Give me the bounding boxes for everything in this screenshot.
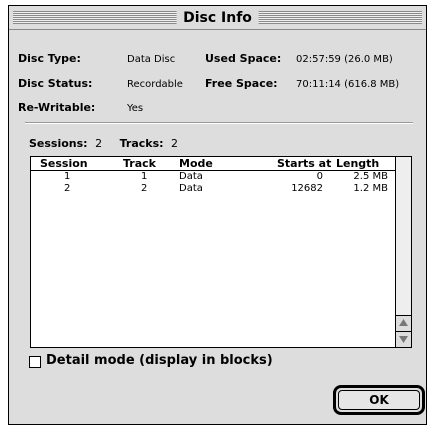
sessions-tracks-summary: Sessions: 2 Tracks: 2 [29, 137, 178, 150]
title-bar[interactable]: Disc Info [9, 6, 426, 30]
tracks-count: 2 [171, 137, 179, 150]
track-cell: 1 [141, 171, 148, 182]
column-header-session[interactable]: Session [40, 158, 88, 170]
down-arrow-icon [399, 336, 408, 343]
used-space-value: 02:57:59 (26.0 MB) [296, 54, 393, 65]
up-arrow-icon [399, 319, 408, 326]
length-cell: 2.5 MB [353, 171, 388, 182]
table-row[interactable]: 1 1 Data 0 2.5 MB [31, 171, 397, 183]
sessions-label: Sessions: [29, 137, 88, 150]
length-cell: 1.2 MB [353, 183, 388, 194]
session-cell: 2 [64, 183, 71, 194]
vertical-scrollbar[interactable] [395, 157, 411, 347]
disc-type-value: Data Disc [127, 54, 176, 65]
disc-type-label: Disc Type: [18, 52, 81, 65]
sessions-count: 2 [95, 137, 103, 150]
starts-at-cell: 0 [316, 171, 323, 182]
section-divider [25, 122, 413, 124]
detail-mode-label[interactable]: Detail mode (display in blocks) [46, 353, 273, 369]
disc-status-value: Recordable [127, 79, 183, 90]
mode-cell: Data [179, 183, 203, 194]
table-row[interactable]: 2 2 Data 12682 1.2 MB [31, 183, 397, 195]
column-header-mode[interactable]: Mode [179, 158, 213, 170]
used-space-label: Used Space: [205, 52, 282, 65]
window-title: Disc Info [176, 8, 259, 28]
disc-status-label: Disc Status: [18, 77, 93, 90]
column-header-length[interactable]: Length [336, 158, 379, 170]
mode-cell: Data [179, 171, 203, 182]
free-space-value: 70:11:14 (616.8 MB) [296, 79, 400, 90]
detail-mode-checkbox[interactable] [29, 356, 41, 368]
ok-button[interactable]: OK [333, 385, 425, 415]
scroll-down-button[interactable] [396, 331, 411, 347]
ok-button-label[interactable]: OK [338, 390, 420, 410]
free-space-label: Free Space: [205, 77, 278, 90]
track-list-header: Session Track Mode Starts at Length [31, 157, 397, 171]
track-list[interactable]: Session Track Mode Starts at Length 1 1 … [30, 156, 412, 348]
scroll-up-button[interactable] [396, 315, 411, 331]
starts-at-cell: 12682 [291, 183, 323, 194]
track-cell: 2 [141, 183, 148, 194]
disc-info-window: Disc Info Disc Type: Data Disc Disc Stat… [8, 5, 427, 425]
session-cell: 1 [64, 171, 71, 182]
column-header-track[interactable]: Track [123, 158, 156, 170]
column-header-starts-at[interactable]: Starts at [277, 158, 331, 170]
rewritable-value: Yes [127, 103, 144, 114]
rewritable-label: Re-Writable: [18, 101, 96, 114]
tracks-label: Tracks: [119, 137, 164, 150]
